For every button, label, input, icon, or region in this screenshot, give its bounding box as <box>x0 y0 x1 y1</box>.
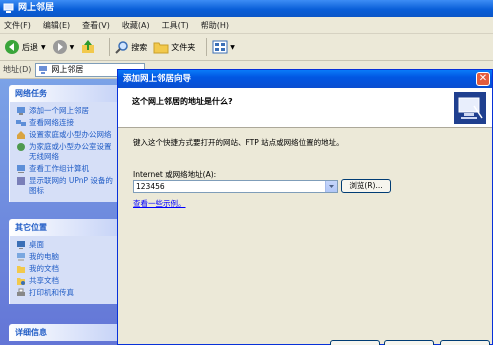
place-desktop[interactable]: 桌面 <box>16 240 116 250</box>
place-my-computer[interactable]: 我的电脑 <box>16 252 116 262</box>
menu-view[interactable]: 查看(V) <box>82 20 110 31</box>
wizard-description: 键入这个快捷方式要打开的网站、FTP 站点或网络位置的地址。 <box>133 138 344 147</box>
toolbar-separator <box>109 38 111 56</box>
view-examples-link[interactable]: 查看一些示例。 <box>133 198 186 209</box>
next-wizard-button[interactable] <box>384 340 434 345</box>
wizard-title: 添加网上邻居向导 <box>123 74 192 84</box>
menu-bar: 文件(F) 编辑(E) 查看(V) 收藏(A) 工具(T) 帮助(H) <box>0 17 493 34</box>
wizard-header: 这个网上邻居的地址是什么? <box>118 88 492 128</box>
folders-label: 文件夹 <box>171 42 196 52</box>
task-label: 查看工作组计算机 <box>29 164 89 173</box>
browse-button[interactable]: 浏览(R)... <box>341 179 391 193</box>
task-label: 添加一个网上邻居 <box>29 106 89 115</box>
add-network-place-wizard: 添加网上邻居向导 ✕ 这个网上邻居的地址是什么? 键入这个快捷方式要打开的网站、… <box>117 69 493 345</box>
network-tasks-list: 添加一个网上邻居 查看网络连接 设置家庭或小型办公网络 为家庭或小型办公室设置无… <box>9 102 119 202</box>
folders-icon <box>153 42 169 54</box>
task-setup-home-network[interactable]: 设置家庭或小型办公网络 <box>16 130 116 140</box>
task-label: 为家庭或小型办公室设置无线网络 <box>29 142 112 161</box>
task-label: 显示联网的 UPnP 设备的图标 <box>29 176 113 195</box>
task-view-workgroup[interactable]: 查看工作组计算机 <box>16 164 116 174</box>
desktop-icon <box>17 241 25 249</box>
cancel-wizard-button[interactable] <box>440 340 490 345</box>
forward-dropdown-icon: ▼ <box>69 43 75 51</box>
network-places-icon <box>3 3 14 13</box>
wireless-network-icon <box>17 143 25 151</box>
forward-button[interactable]: ▼ <box>52 36 75 58</box>
task-view-connections[interactable]: 查看网络连接 <box>16 118 116 128</box>
place-my-documents[interactable]: 我的文档 <box>16 264 116 274</box>
place-label: 我的电脑 <box>29 252 59 261</box>
views-button[interactable]: ▼ <box>212 36 235 58</box>
workgroup-computers-icon <box>17 165 25 173</box>
address-label: 地址(D) <box>3 65 32 74</box>
menu-help[interactable]: 帮助(H) <box>201 20 229 31</box>
network-address-value: 123456 <box>136 182 165 191</box>
back-dropdown-icon: ▼ <box>41 43 46 51</box>
home-network-icon <box>17 131 25 139</box>
other-places-panel: 其它位置 桌面 我的电脑 我的文档 共享文档 打印机和传真 <box>9 219 119 304</box>
my-computer-icon <box>17 253 25 261</box>
add-network-place-icon <box>17 107 25 115</box>
address-value: 网上邻居 <box>51 65 84 74</box>
network-place-wizard-icon <box>454 92 486 124</box>
forward-arrow-icon <box>52 40 67 54</box>
place-label: 桌面 <box>29 240 44 249</box>
search-icon <box>115 41 128 54</box>
details-panel: 详细信息 <box>9 324 119 341</box>
task-pane: 网络任务 添加一个网上邻居 查看网络连接 设置家庭或小型办公网络 为家庭或小型办… <box>0 79 119 345</box>
upnp-devices-icon <box>17 177 25 185</box>
task-setup-wireless[interactable]: 为家庭或小型办公室设置无线网络 <box>16 142 116 162</box>
back-label: 后退 <box>22 42 38 52</box>
my-documents-icon <box>17 266 25 273</box>
network-tasks-panel: 网络任务 添加一个网上邻居 查看网络连接 设置家庭或小型办公网络 为家庭或小型办… <box>9 85 119 202</box>
window-title: 网上邻居 <box>18 3 55 13</box>
menu-favorites[interactable]: 收藏(A) <box>122 20 150 31</box>
wizard-titlebar: 添加网上邻居向导 ✕ <box>118 70 492 88</box>
back-arrow-icon <box>5 40 19 54</box>
menu-file[interactable]: 文件(F) <box>4 20 31 31</box>
search-label: 搜索 <box>131 42 148 52</box>
task-label: 查看网络连接 <box>29 118 74 127</box>
close-icon: ✕ <box>478 73 488 84</box>
views-icon <box>212 40 228 54</box>
network-address-combobox[interactable]: 123456 <box>133 180 338 193</box>
network-connections-icon <box>16 120 26 126</box>
place-shared-documents[interactable]: 共享文档 <box>16 276 116 286</box>
other-places-list: 桌面 我的电脑 我的文档 共享文档 打印机和传真 <box>9 236 119 304</box>
place-label: 我的文档 <box>29 264 59 273</box>
menu-edit[interactable]: 编辑(E) <box>43 20 70 31</box>
up-folder-button[interactable] <box>80 36 98 58</box>
place-label: 共享文档 <box>29 276 59 285</box>
close-button[interactable]: ✕ <box>476 72 490 86</box>
task-label: 设置家庭或小型办公网络 <box>29 130 112 139</box>
window-titlebar: 网上邻居 <box>0 0 493 17</box>
network-places-icon <box>39 65 48 74</box>
views-dropdown-icon: ▼ <box>230 43 235 51</box>
menu-tools[interactable]: 工具(T) <box>162 20 189 31</box>
up-folder-icon <box>82 40 95 53</box>
combobox-dropdown-button[interactable] <box>325 181 337 192</box>
place-label: 打印机和传真 <box>29 288 74 297</box>
toolbar-separator <box>206 38 208 56</box>
toolbar: 后退 ▼ ▼ 搜索 文件夹 ▼ <box>0 34 493 61</box>
chevron-down-icon <box>329 185 334 188</box>
printer-icon <box>17 288 25 296</box>
other-places-title[interactable]: 其它位置 <box>9 219 119 236</box>
address-input-label: Internet 或网络地址(A): <box>133 170 217 179</box>
task-show-upnp[interactable]: 显示联网的 UPnP 设备的图标 <box>16 176 116 196</box>
wizard-question: 这个网上邻居的地址是什么? <box>132 97 233 106</box>
place-printers-faxes[interactable]: 打印机和传真 <box>16 288 116 298</box>
network-tasks-title[interactable]: 网络任务 <box>9 85 119 102</box>
folders-button[interactable]: 文件夹 <box>153 36 195 58</box>
shared-documents-icon <box>17 278 25 285</box>
search-button[interactable]: 搜索 <box>115 36 147 58</box>
details-title[interactable]: 详细信息 <box>9 324 119 341</box>
back-wizard-button[interactable] <box>330 340 380 345</box>
task-add-network-place[interactable]: 添加一个网上邻居 <box>16 106 116 116</box>
back-button[interactable]: 后退 ▼ <box>4 36 46 58</box>
